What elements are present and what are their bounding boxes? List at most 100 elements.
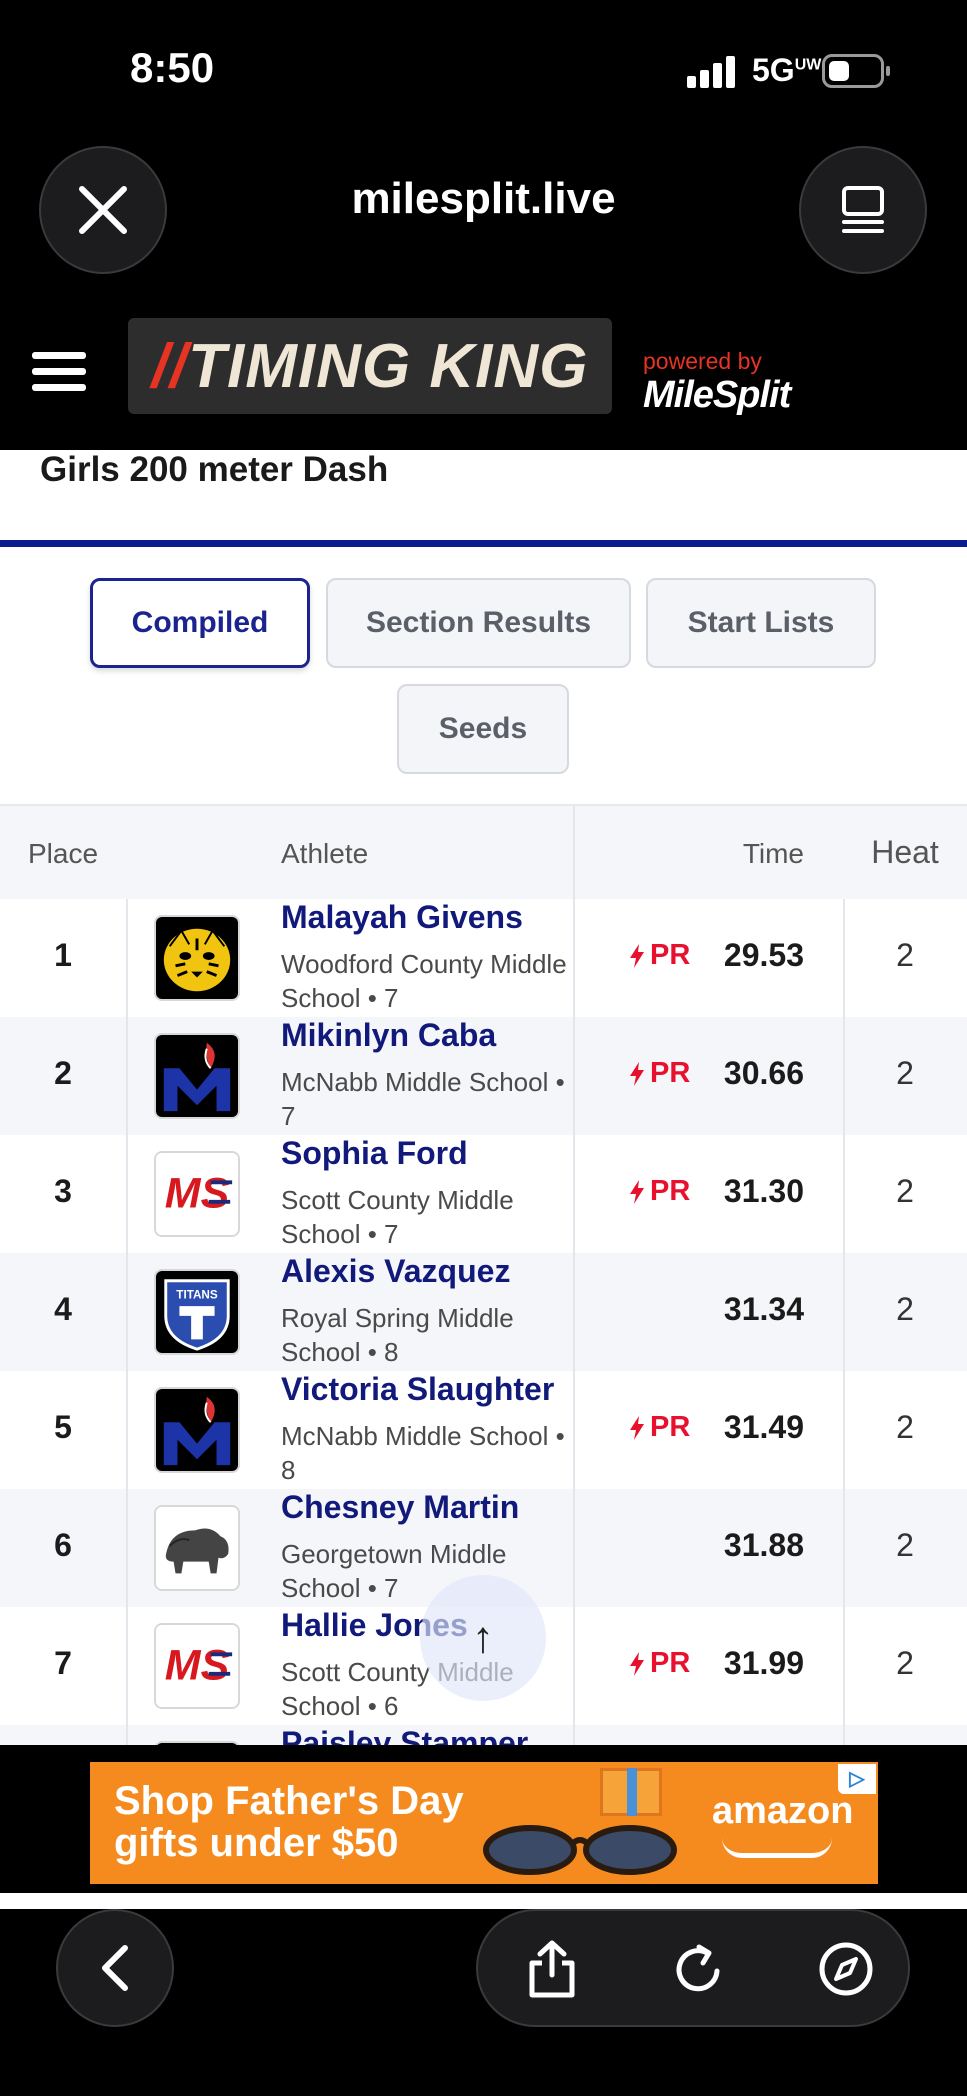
separator: [0, 1893, 967, 1909]
compass-icon: [819, 1942, 873, 1996]
column-divider: [126, 899, 128, 1017]
header-athlete[interactable]: Athlete: [281, 838, 368, 870]
heat-cell: 2: [896, 937, 914, 973]
column-divider: [126, 1135, 128, 1253]
school-label: Royal Spring Middle School • 8: [281, 1303, 514, 1367]
event-title: Girls 200 meter Dash: [40, 450, 389, 489]
header-time[interactable]: Time: [700, 838, 804, 870]
pr-badge: PR: [630, 939, 690, 972]
place-cell: 2: [54, 1055, 72, 1091]
close-button[interactable]: [39, 146, 167, 274]
page: 8:50 5GUW milesplit.live //TIMING KING p…: [0, 0, 967, 2096]
pr-badge: PR: [630, 1411, 690, 1444]
athlete-name-link[interactable]: Chesney Martin: [281, 1489, 519, 1526]
place-cell: 4: [54, 1291, 72, 1327]
school-label: McNabb Middle School • 7: [281, 1067, 565, 1131]
column-divider: [126, 1017, 128, 1135]
browser-toolbar: milesplit.live: [0, 130, 967, 290]
share-button[interactable]: [514, 1931, 590, 2007]
arrow-up-icon: ↑: [472, 1613, 494, 1662]
column-divider: [573, 1489, 575, 1607]
school-logo-icon: [154, 1387, 240, 1473]
tab-start-lists[interactable]: Start Lists: [646, 578, 876, 668]
place-cell: 6: [54, 1527, 72, 1563]
tab-seeds[interactable]: Seeds: [397, 684, 569, 774]
heat-cell: 2: [896, 1409, 914, 1445]
bolt-icon: [630, 1061, 644, 1086]
tab-compiled[interactable]: Compiled: [90, 578, 310, 668]
milesplit-logo[interactable]: MileSplit: [643, 374, 791, 417]
column-divider: [843, 1725, 845, 1745]
reader-button[interactable]: [799, 146, 927, 274]
table-row[interactable]: 3 MS Sophia Ford Scott County Middle School…: [0, 1135, 967, 1253]
time-cell: 30.66: [723, 1055, 804, 1091]
reload-button[interactable]: [661, 1931, 737, 2007]
time-cell: 31.88: [723, 1527, 804, 1563]
school-label: McNabb Middle School • 8: [281, 1421, 565, 1485]
amazon-logo: amazon: [712, 1790, 854, 1832]
athlete-name-link[interactable]: Paisley Stamper: [281, 1725, 528, 1745]
column-divider: [573, 1725, 575, 1745]
svg-text:TITANS: TITANS: [176, 1288, 218, 1301]
table-row[interactable]: 1 Malayah Givens Woodford County Middle Sc…: [0, 899, 967, 1017]
signal-icon: [687, 56, 737, 88]
header-place[interactable]: Place: [28, 838, 98, 870]
menu-icon[interactable]: [32, 352, 86, 392]
url-label[interactable]: milesplit.live: [200, 174, 767, 224]
athlete-name-link[interactable]: Mikinlyn Caba: [281, 1017, 496, 1054]
school-logo-icon: MS: [154, 1151, 240, 1237]
ad-text: Shop Father's Day gifts under $50: [114, 1779, 464, 1865]
ad-container: Shop Father's Day gifts under $50 amazon …: [0, 1745, 967, 1905]
column-divider: [573, 1253, 575, 1371]
athlete-name-link[interactable]: Sophia Ford: [281, 1135, 468, 1172]
battery-icon: [822, 54, 890, 88]
pr-badge: PR: [630, 1647, 690, 1680]
school-logo-icon: [154, 1033, 240, 1119]
sunglasses-image: [483, 1825, 677, 1875]
svg-text:MS: MS: [165, 1642, 230, 1690]
table-row[interactable]: 2 Mikinlyn Caba McNabb Middle School • 7 PR…: [0, 1017, 967, 1135]
svg-text:MS: MS: [165, 1170, 230, 1218]
action-pill: [476, 1909, 910, 2027]
school-label: Woodford County Middle School • 7: [281, 949, 567, 1013]
scroll-to-top-button[interactable]: ↑: [420, 1575, 546, 1701]
heat-cell: 2: [896, 1645, 914, 1681]
adchoices-icon[interactable]: ▷: [838, 1764, 876, 1794]
tab-section-results[interactable]: Section Results: [326, 578, 631, 668]
column-divider: [573, 1017, 575, 1135]
close-icon: [79, 186, 127, 234]
time-cell: 31.30: [723, 1173, 804, 1209]
powered-by-label: powered by: [643, 348, 762, 374]
back-button[interactable]: [56, 1909, 174, 2027]
time-cell: 29.53: [723, 937, 804, 973]
column-divider: [126, 1725, 128, 1745]
timing-king-logo[interactable]: //TIMING KING: [128, 318, 612, 414]
athlete-name-link[interactable]: Alexis Vazquez: [281, 1253, 510, 1290]
reload-icon: [676, 1944, 720, 1992]
athlete-name-link[interactable]: Malayah Givens: [281, 899, 523, 936]
heat-cell: 2: [896, 1055, 914, 1091]
network-label: 5GUW: [752, 52, 822, 88]
table-row[interactable]: 4 TITANS Alexis Vazquez Royal Spring Middle…: [0, 1253, 967, 1371]
heat-cell: 2: [896, 1527, 914, 1563]
main-content: Girls 200 meter Dash Compiled Section Re…: [0, 450, 967, 1745]
pr-badge: PR: [630, 1057, 690, 1090]
column-divider: [126, 1607, 128, 1725]
column-divider: [126, 1489, 128, 1607]
chevron-left-icon: [102, 1945, 128, 1991]
amazon-ad[interactable]: Shop Father's Day gifts under $50 amazon …: [90, 1762, 878, 1884]
school-label: Scott County Middle School • 7: [281, 1185, 514, 1249]
school-logo-icon: TITANS: [154, 1269, 240, 1355]
column-divider: [126, 1371, 128, 1489]
column-divider: [573, 1135, 575, 1253]
header-heat[interactable]: Heat: [845, 834, 965, 871]
reader-icon: [842, 186, 884, 233]
compass-button[interactable]: [808, 1931, 884, 2007]
athlete-name-link[interactable]: Victoria Slaughter: [281, 1371, 554, 1408]
browser-bottom-bar: [0, 1909, 967, 2096]
pr-badge: PR: [630, 1175, 690, 1208]
place-cell: 5: [54, 1409, 72, 1445]
table-row[interactable]: 5 Victoria Slaughter McNabb Middle School …: [0, 1371, 967, 1489]
logo-text: //TIMING KING: [151, 331, 589, 401]
table-row[interactable]: Paisley Stamper: [0, 1725, 967, 1745]
